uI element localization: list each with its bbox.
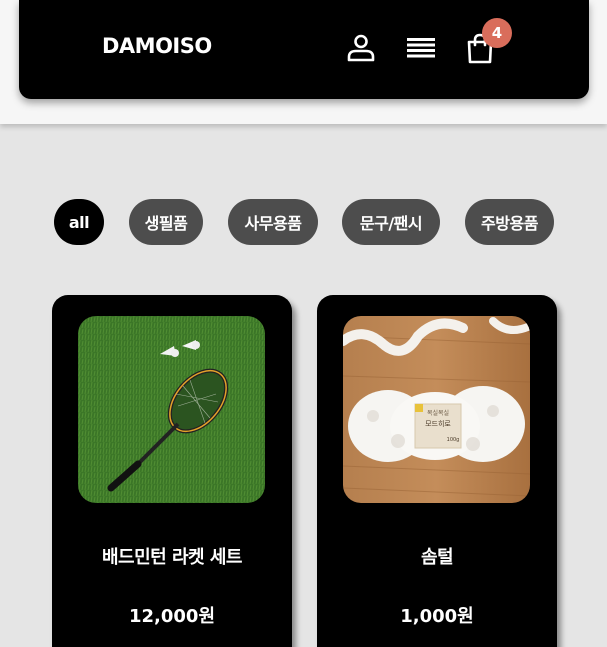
- filter-chip-stationery[interactable]: 문구/팬시: [342, 199, 440, 245]
- svg-text:100g: 100g: [447, 437, 460, 443]
- site-header: DAMOISO 4: [19, 0, 589, 99]
- product-name: 배드민턴 라켓 세트: [101, 547, 243, 568]
- white-yarn-photo: 복실복실 모드히로 100g: [343, 316, 530, 503]
- filter-chip-kitchenware[interactable]: 주방용품: [465, 199, 554, 245]
- product-card[interactable]: 배드민턴 라켓 세트 12,000원: [52, 295, 292, 647]
- filter-chip-daily-necessities[interactable]: 생필품: [129, 199, 203, 245]
- filter-chip-office-supplies[interactable]: 사무용품: [228, 199, 318, 245]
- category-filter-bar: all 생필품 사무용품 문구/팬시 주방용품: [0, 199, 607, 245]
- product-card[interactable]: 복실복실 모드히로 100g 솜털 1,000원: [317, 295, 557, 647]
- badminton-racket-photo: [78, 316, 265, 503]
- brand-logo[interactable]: DAMOISO: [102, 34, 212, 58]
- product-price: 1,000원: [400, 606, 474, 627]
- svg-text:복실복실: 복실복실: [427, 409, 449, 417]
- filter-chip-all[interactable]: all: [54, 199, 104, 245]
- product-name: 솜털: [420, 547, 454, 568]
- product-price: 12,000원: [128, 606, 216, 627]
- menu-icon[interactable]: [405, 32, 437, 64]
- user-icon[interactable]: [345, 32, 377, 64]
- svg-text:모드히로: 모드히로: [425, 419, 451, 428]
- cart-count-badge: 4: [482, 18, 512, 48]
